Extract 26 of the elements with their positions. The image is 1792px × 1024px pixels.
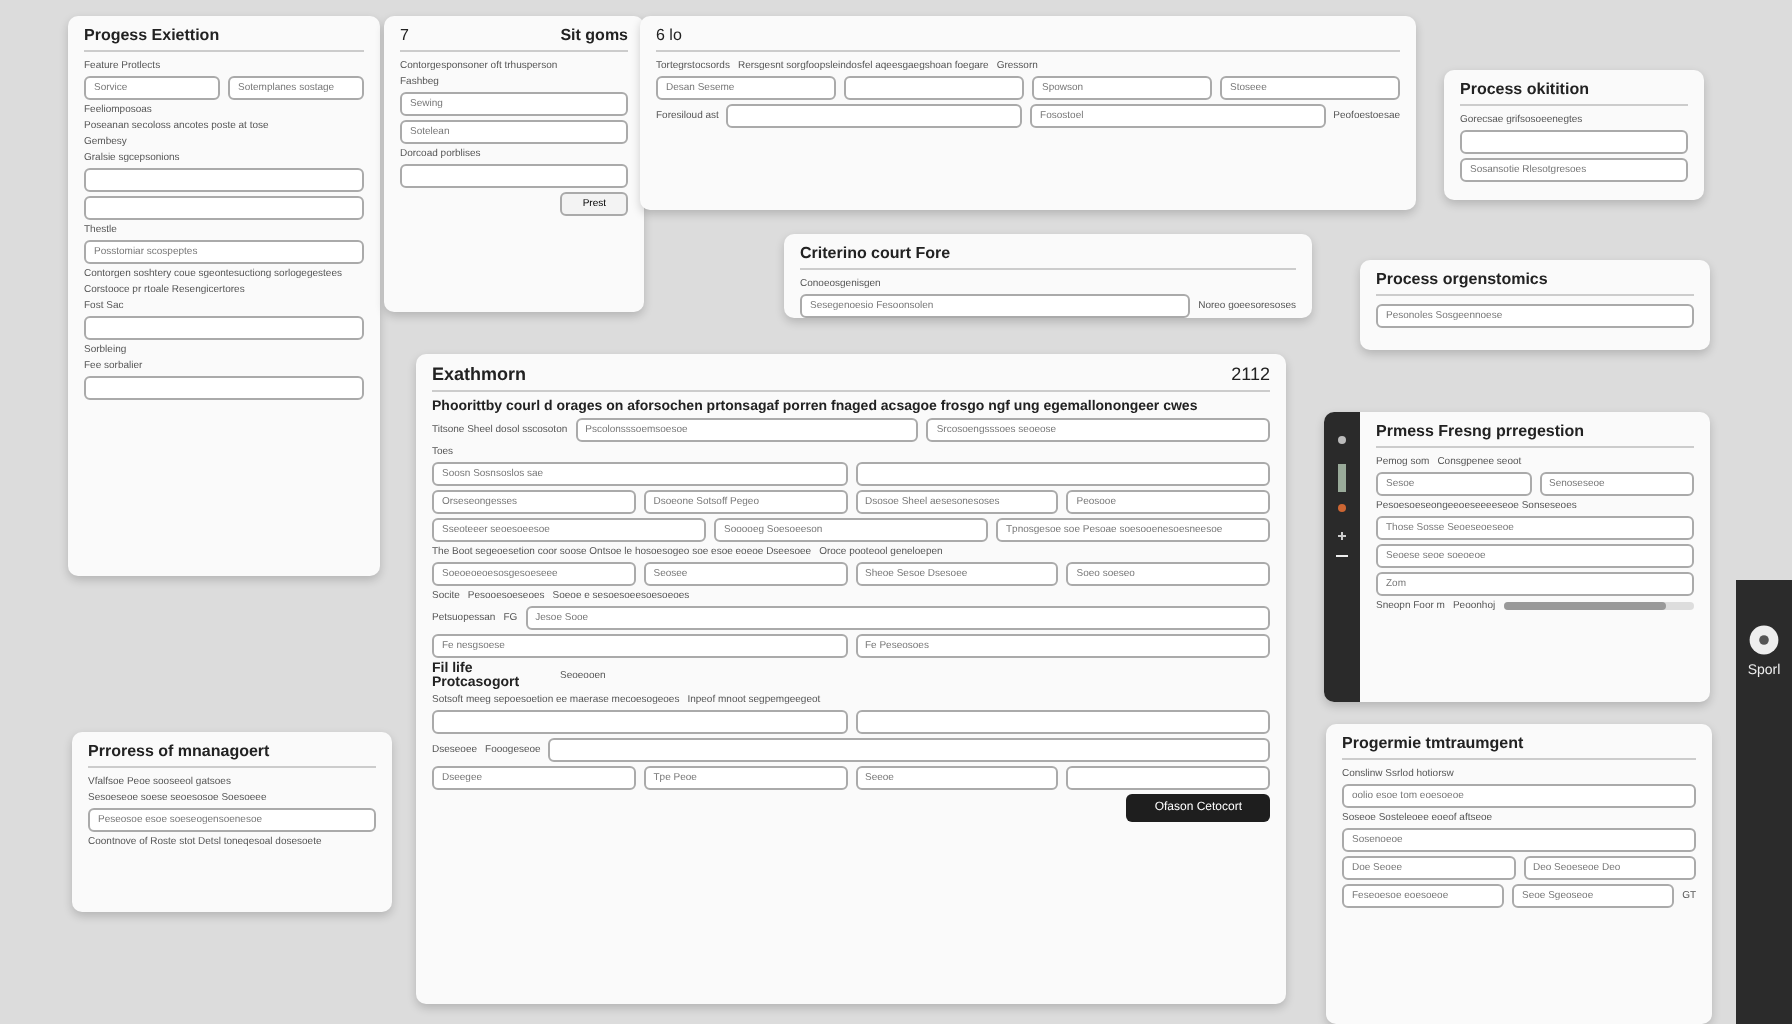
- input-field[interactable]: [726, 104, 1023, 128]
- card-title: Progess Exiettion: [84, 26, 220, 44]
- input-field[interactable]: [1460, 130, 1688, 154]
- card-title: Sit goms: [560, 26, 628, 44]
- input-field[interactable]: [84, 196, 364, 220]
- card-title: Progermie tmtraumgent: [1342, 734, 1524, 752]
- card-title: Prroress of mnanagoert: [88, 742, 270, 760]
- input-field[interactable]: [84, 316, 364, 340]
- card-title: Process okitition: [1460, 80, 1589, 98]
- card-title: Exathmorn: [432, 364, 527, 384]
- input-field[interactable]: [84, 376, 364, 400]
- card-number: 7: [400, 26, 409, 44]
- input-field[interactable]: [855, 710, 1270, 734]
- card-title: Process orgenstomics: [1376, 270, 1548, 288]
- input-field[interactable]: [855, 462, 1270, 486]
- card-number: 2112: [1231, 364, 1270, 384]
- input-field[interactable]: [844, 76, 1024, 100]
- card-title: Criterino court Fore: [800, 244, 951, 262]
- card-number: 6 lo: [656, 26, 682, 44]
- input-field[interactable]: [84, 168, 364, 192]
- input-field[interactable]: [548, 738, 1270, 762]
- input-field[interactable]: [1066, 766, 1270, 790]
- knob-icon: [1748, 624, 1780, 656]
- input-field[interactable]: [432, 710, 847, 734]
- card-title: Prmess Fresng prregestion: [1376, 422, 1585, 440]
- input-field[interactable]: [400, 164, 628, 188]
